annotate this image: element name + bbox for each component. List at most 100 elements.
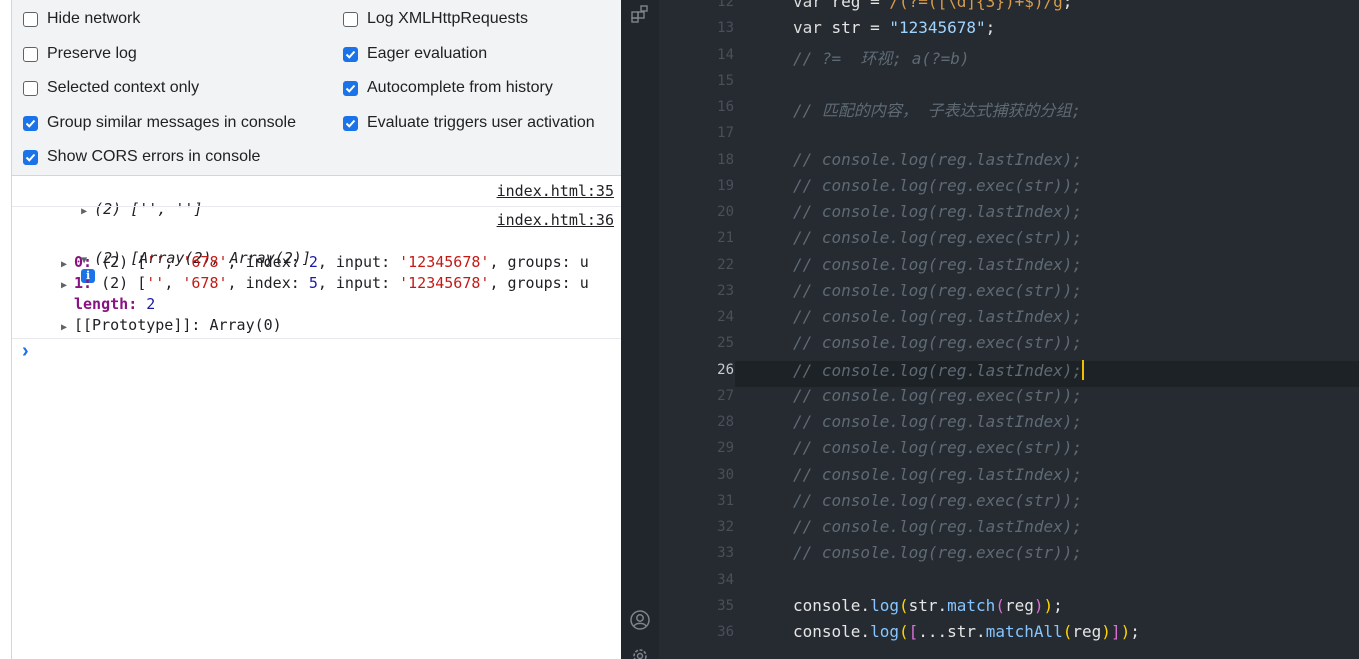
selected-context-only-option[interactable]: Selected context only <box>23 77 199 99</box>
code-comment: // console.log(reg.lastIndex); <box>793 149 1082 169</box>
autocomplete-history-checkbox[interactable] <box>343 80 358 96</box>
line-number: 21 <box>717 230 734 247</box>
line-number: 34 <box>717 571 734 588</box>
preserve-log-option[interactable]: Preserve log <box>23 43 137 65</box>
console-prompt-icon[interactable]: › <box>22 340 29 363</box>
source-link-36[interactable]: index.html:36 <box>497 211 614 229</box>
eager-evaluation-checkbox[interactable] <box>343 46 358 62</box>
autocomplete-history-option[interactable]: Autocomplete from history <box>343 77 553 99</box>
entry-value: '12345678' <box>399 253 490 271</box>
source-link-35[interactable]: index.html:35 <box>497 182 614 200</box>
code-comment: // console.log(reg.lastIndex); <box>793 464 1082 484</box>
line-number-gutter: 12 13 14 15 16 17 18 19 20 21 22 23 24 25 26 27 28 29 30 31… <box>659 0 735 659</box>
line-number: 20 <box>717 204 734 220</box>
array-entry-1[interactable]: ▶ 1: (2) ['', '678', index: 5, input: '12… <box>61 274 589 292</box>
hide-network-label: Hide network <box>47 10 141 27</box>
code-comment: // console.log(reg.lastIndex); <box>793 202 1082 221</box>
group-similar-option[interactable]: Group similar messages in console <box>23 112 296 134</box>
show-cors-errors-checkbox[interactable] <box>23 149 38 165</box>
line-number: 24 <box>717 309 734 325</box>
log-xhr-option[interactable]: Log XMLHttpRequests <box>343 8 528 30</box>
message-divider <box>12 206 621 207</box>
entry-count: (2) [ <box>101 274 147 292</box>
entry-prop: index <box>245 274 291 292</box>
evaluate-triggers-label: Evaluate triggers user activation <box>367 114 595 131</box>
entry-value: '678' <box>182 274 228 292</box>
code-comment: // console.log(reg.exec(str)); <box>793 385 1082 405</box>
line-number: 27 <box>717 387 734 404</box>
evaluate-triggers-option[interactable]: Evaluate triggers user activation <box>343 112 595 134</box>
show-cors-errors-option[interactable]: Show CORS errors in console <box>23 146 260 168</box>
evaluate-triggers-checkbox[interactable] <box>343 115 358 131</box>
code-comment: // console.log(reg.lastIndex); <box>793 359 1084 380</box>
entry-value: '678' <box>182 253 228 271</box>
line-number: 26 <box>717 361 734 378</box>
entry-value: '12345678' <box>399 274 490 292</box>
code-comment: // console.log(reg.lastIndex); <box>793 307 1082 326</box>
code-comment: // ?= 环视; a(?=b) <box>793 48 970 68</box>
preserve-log-label: Preserve log <box>47 45 137 62</box>
code-line: var reg = /(?=([\d]{3})+$)/g; <box>793 0 1073 11</box>
code-comment: // console.log(reg.lastIndex); <box>793 517 1082 536</box>
code-comment: // console.log(reg.exec(str)); <box>793 228 1082 248</box>
line-number: 23 <box>717 282 734 299</box>
code-comment: // console.log(reg.lastIndex); <box>793 254 1082 274</box>
show-cors-errors-label: Show CORS errors in console <box>47 148 261 165</box>
message-preview: (2) ['', ''] <box>94 200 203 218</box>
expand-triangle-icon[interactable]: ▶ <box>61 259 74 270</box>
code-comment: // console.log(reg.lastIndex); <box>793 412 1082 431</box>
console-sidebar-edge <box>0 0 12 659</box>
entry-value: 2 <box>308 253 318 271</box>
devtools-console-panel: Hide network Preserve log Selected conte… <box>0 0 621 659</box>
line-number: 19 <box>717 177 734 194</box>
group-similar-label: Group similar messages in console <box>47 114 296 131</box>
account-icon[interactable] <box>629 609 651 631</box>
preserve-log-checkbox[interactable] <box>23 46 38 62</box>
hide-network-checkbox[interactable] <box>23 11 38 27</box>
line-number: 14 <box>717 46 734 63</box>
expand-triangle-icon[interactable]: ▶ <box>61 322 74 333</box>
line-number: 15 <box>717 72 734 89</box>
log-xhr-checkbox[interactable] <box>343 11 358 27</box>
code-line: console.log([...str.matchAll(reg)]); <box>793 622 1140 641</box>
extensions-icon[interactable] <box>630 4 650 24</box>
line-number: 28 <box>717 414 734 430</box>
line-number: 32 <box>717 519 734 535</box>
autocomplete-history-label: Autocomplete from history <box>367 79 553 96</box>
console-settings-panel: Hide network Preserve log Selected conte… <box>12 0 621 176</box>
array-prototype[interactable]: ▶ [[Prototype]]: Array(0) <box>61 316 282 334</box>
entry-value: '' <box>146 274 165 292</box>
hide-network-option[interactable]: Hide network <box>23 8 140 30</box>
code-comment: // console.log(reg.exec(str)); <box>793 333 1082 353</box>
code-comment: // console.log(reg.exec(str)); <box>793 490 1082 510</box>
line-number: 12 <box>717 0 734 10</box>
line-number: 25 <box>717 335 734 352</box>
code-comment: // console.log(reg.exec(str)); <box>793 438 1082 458</box>
line-number: 33 <box>717 545 734 562</box>
group-similar-checkbox[interactable] <box>23 115 38 131</box>
entry-value: 5 <box>308 274 318 292</box>
activity-bar <box>621 0 659 659</box>
expand-triangle-icon[interactable]: ▶ <box>61 280 74 291</box>
entry-prop: groups: u <box>507 253 589 271</box>
selected-context-only-checkbox[interactable] <box>23 80 38 96</box>
text-caret <box>1081 359 1084 380</box>
expand-triangle-icon[interactable]: ▶ <box>81 206 94 217</box>
eager-evaluation-label: Eager evaluation <box>367 45 488 62</box>
eager-evaluation-option[interactable]: Eager evaluation <box>343 43 487 65</box>
code-line: var str = "12345678"; <box>793 18 996 38</box>
array-entry-0[interactable]: ▶ 0: (2) ['', '678', index: 2, input: '12… <box>61 253 589 271</box>
line-number: 31 <box>717 492 734 509</box>
line-number: 36 <box>717 624 734 640</box>
entry-prop: groups: u <box>507 274 589 292</box>
line-number: 22 <box>717 256 734 273</box>
gear-icon[interactable] <box>630 646 650 659</box>
console-message-1[interactable]: ▶ (2) ['', ''] <box>45 182 203 236</box>
line-number: 17 <box>717 125 734 142</box>
entry-count: (2) [ <box>101 253 147 271</box>
line-number: 35 <box>717 597 734 614</box>
selected-context-only-label: Selected context only <box>47 79 200 96</box>
code-comment: // console.log(reg.exec(str)); <box>793 175 1082 195</box>
line-number: 29 <box>717 440 734 457</box>
log-xhr-label: Log XMLHttpRequests <box>367 10 528 27</box>
